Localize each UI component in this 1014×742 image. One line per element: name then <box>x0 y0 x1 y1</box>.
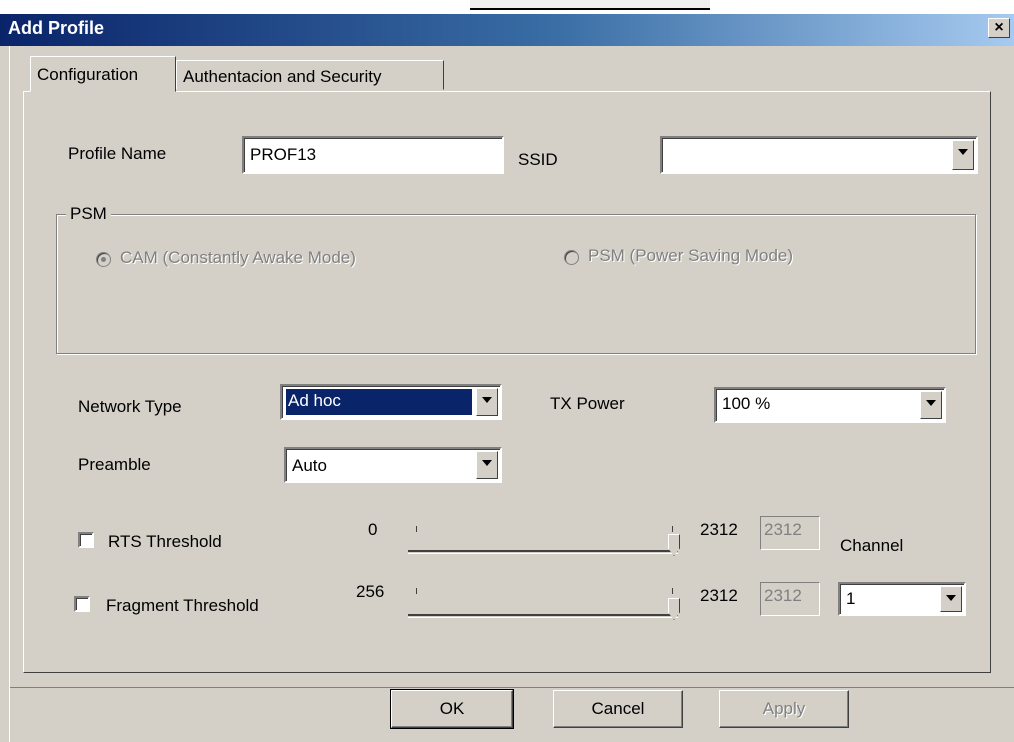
tx-power-label: TX Power <box>550 394 625 413</box>
window-left-edge <box>0 46 10 742</box>
ssid-label: SSID <box>518 150 558 169</box>
fragment-min-label: 256 <box>356 582 385 601</box>
profile-name-label: Profile Name <box>68 144 167 163</box>
preamble-label: Preamble <box>78 455 151 474</box>
fragment-slider-track[interactable] <box>408 614 678 618</box>
preamble-value: Auto <box>292 456 327 475</box>
apply-button[interactable]: Apply <box>719 690 849 728</box>
profile-name-value: PROF13 <box>250 145 317 164</box>
fragment-slider-tick-end <box>672 588 673 594</box>
window-title: Add Profile <box>8 18 105 38</box>
tab-configuration[interactable]: Configuration <box>30 56 176 92</box>
fragment-threshold-checkbox[interactable] <box>74 596 90 612</box>
ssid-combobox[interactable] <box>660 136 978 174</box>
tx-power-dropdown-button[interactable] <box>920 391 942 419</box>
rts-threshold-checkbox[interactable] <box>78 532 94 548</box>
fragment-value-box: 2312 <box>760 582 820 616</box>
ok-button-label: OK <box>439 699 465 718</box>
channel-combobox[interactable]: 1 <box>838 582 966 616</box>
profile-name-input[interactable]: PROF13 <box>242 136 504 174</box>
background-fragment <box>470 0 710 10</box>
channel-label: Channel <box>840 536 904 555</box>
network-type-dropdown-button[interactable] <box>476 388 498 416</box>
rts-min-label: 0 <box>368 520 378 539</box>
fragment-max-label: 2312 <box>700 586 738 605</box>
psm-groupbox <box>56 214 976 354</box>
psm-group-label: PSM <box>66 204 111 224</box>
network-type-label: Network Type <box>78 397 182 416</box>
cancel-button-label: Cancel <box>591 699 645 718</box>
psm-radio[interactable] <box>564 250 579 265</box>
channel-value: 1 <box>846 589 856 608</box>
rts-slider-track[interactable] <box>408 550 678 554</box>
tx-power-value: 100 % <box>722 394 771 413</box>
configuration-panel: Profile Name PROF13 SSID PSM CAM (Consta… <box>23 91 991 673</box>
rts-slider-tick-start <box>416 526 417 532</box>
close-icon: × <box>994 19 1004 36</box>
network-type-value: Ad hoc <box>286 389 472 415</box>
rts-slider-tick-end <box>672 526 673 532</box>
fragment-threshold-label: Fragment Threshold <box>106 596 259 615</box>
fragment-value: 2312 <box>764 586 802 605</box>
ok-button[interactable]: OK <box>390 689 514 729</box>
rts-value-box: 2312 <box>760 516 820 550</box>
top-background-strip <box>0 0 1014 14</box>
psm-radio-label: PSM (Power Saving Mode) <box>588 246 794 265</box>
fragment-slider-tick-start <box>416 588 417 594</box>
title-bar[interactable]: Add Profile × <box>0 14 1014 46</box>
cancel-button[interactable]: Cancel <box>553 690 683 728</box>
tab-authentication-security-label: Authentacion and Security <box>183 67 382 86</box>
tab-authentication-security[interactable]: Authentacion and Security <box>176 60 444 90</box>
rts-max-label: 2312 <box>700 520 738 539</box>
apply-button-label: Apply <box>762 699 806 718</box>
preamble-combobox[interactable]: Auto <box>284 447 502 483</box>
tab-configuration-label: Configuration <box>37 65 139 84</box>
cam-radio[interactable] <box>96 252 111 267</box>
ssid-dropdown-button[interactable] <box>952 140 974 170</box>
channel-dropdown-button[interactable] <box>940 586 962 612</box>
network-type-combobox[interactable]: Ad hoc <box>280 384 502 420</box>
rts-value: 2312 <box>764 520 802 539</box>
rts-threshold-label: RTS Threshold <box>108 532 222 551</box>
cam-radio-label: CAM (Constantly Awake Mode) <box>120 248 356 267</box>
tx-power-combobox[interactable]: 100 % <box>714 387 946 423</box>
preamble-dropdown-button[interactable] <box>476 451 498 479</box>
frame-divider <box>10 687 1014 688</box>
close-button[interactable]: × <box>988 18 1010 38</box>
